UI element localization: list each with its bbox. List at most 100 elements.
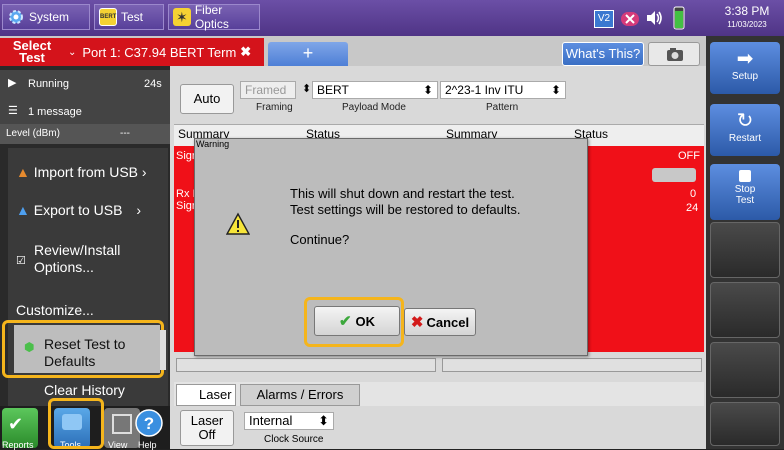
level-label: Level (dBm) — [6, 128, 60, 139]
level-value: --- — [120, 128, 130, 139]
running-status-row[interactable]: ▶ Running 24s — [0, 70, 170, 100]
whats-this-button[interactable]: What's This? — [562, 42, 644, 66]
framing-label: Framing — [256, 102, 293, 113]
export-usb-label: Export to USB — [33, 202, 123, 218]
payload-mode-select[interactable]: BERT ⬍ — [312, 81, 438, 99]
camera-icon — [667, 48, 683, 61]
bert-icon: BERT — [99, 8, 117, 26]
dialog-line2: Test settings will be restored to defaul… — [290, 202, 521, 217]
running-time: 24s — [144, 78, 162, 90]
empty-action-button-1[interactable] — [710, 222, 780, 278]
stop-label-line1: Stop — [734, 184, 756, 195]
running-label: Running — [28, 78, 69, 90]
restart-icon: ↻ — [736, 110, 754, 132]
port-tab[interactable]: ⌄ Port 1: C37.94 BERT Term ✖ — [64, 38, 264, 66]
checkmark-icon: ✔ — [8, 414, 24, 434]
system-label: System — [29, 10, 70, 24]
off-value: OFF — [678, 150, 700, 162]
dialog-line1: This will shut down and restart the test… — [290, 186, 515, 201]
laser-off-line2: Off — [198, 427, 216, 442]
message-count: 1 message — [28, 106, 82, 118]
clock-source-value: Internal — [249, 413, 293, 428]
chevron-down-icon: ⌄ — [68, 46, 77, 58]
framing-select[interactable]: Framed — [240, 81, 296, 99]
reset-icon: ⬢ — [24, 340, 35, 354]
pattern-select[interactable]: 2^23-1 Inv ITU ⬍ — [440, 81, 566, 99]
setup-button[interactable]: ➡ Setup — [710, 42, 780, 94]
checkbox-icon: ☑ — [16, 255, 26, 267]
tools-highlight-frame — [48, 398, 104, 449]
reset-line1: Reset Test to — [44, 336, 126, 352]
restart-label: Restart — [728, 133, 762, 144]
restart-button[interactable]: ↻ Restart — [710, 104, 780, 156]
test-button[interactable]: BERT Test — [94, 4, 164, 30]
network-error-icon[interactable] — [620, 10, 640, 28]
stop-test-button[interactable]: Stop Test — [710, 164, 780, 220]
dialog-message: This will shut down and restart the test… — [290, 186, 570, 248]
help-icon: ? — [135, 409, 163, 437]
warning-icon — [225, 212, 251, 236]
message-icon: ☰ — [8, 105, 18, 117]
import-usb-label: Import from USB — [33, 164, 138, 180]
select-test-line2: Test — [19, 50, 45, 65]
customize-item[interactable]: Customize... — [16, 302, 94, 318]
arrow-right-icon: ➡ — [736, 48, 754, 70]
laser-off-button[interactable]: Laser Off — [180, 410, 234, 446]
pattern-value: 2^23-1 Inv ITU — [445, 83, 524, 97]
setup-label: Setup — [731, 71, 759, 82]
export-usb-item[interactable]: ▲ Export to USB › — [16, 202, 141, 218]
empty-action-button-2[interactable] — [710, 282, 780, 338]
auto-button[interactable]: Auto — [180, 84, 234, 114]
payload-mode-label: Payload Mode — [342, 102, 406, 113]
led-indicator-icon — [652, 168, 696, 182]
reset-test-label[interactable]: Reset Test to Defaults — [44, 336, 125, 370]
dialog-line3: Continue? — [290, 232, 350, 247]
chevron-right-icon: › — [136, 202, 142, 218]
gear-icon — [7, 8, 25, 26]
select-arrow-icon: ⬍ — [318, 413, 329, 428]
stop-label-line2: Test — [735, 195, 755, 206]
reset-line2: Defaults — [44, 353, 96, 369]
x-icon: ✖ — [410, 314, 424, 331]
view-icon — [112, 414, 132, 434]
message-row[interactable]: ☰ 1 message — [0, 100, 170, 124]
level-row: Level (dBm) --- — [0, 124, 170, 144]
chevron-right-icon: › — [141, 164, 147, 180]
play-icon: ▶ — [8, 77, 17, 89]
import-usb-item[interactable]: ▲ Import from USB › — [16, 164, 147, 180]
clock-source-select[interactable]: Internal ⬍ — [244, 412, 334, 430]
select-test-button[interactable]: Select Test — [0, 38, 64, 66]
menu-scrollbar[interactable] — [160, 330, 166, 370]
result-value-1: 0 — [690, 188, 697, 200]
fiber-optics-button[interactable]: ✶ Fiber Optics — [168, 3, 260, 31]
v2-badge[interactable]: V2 — [594, 10, 614, 28]
clock-date: 11/03/2023 — [727, 20, 767, 29]
screenshot-button[interactable] — [648, 42, 700, 66]
select-arrow-icon: ⬍ — [422, 83, 433, 97]
port-tab-label: Port 1: C37.94 BERT Term — [82, 44, 237, 60]
ok-button[interactable]: ✔ OK — [314, 306, 400, 336]
clear-history-item[interactable]: Clear History — [44, 382, 125, 398]
select-arrow-icon: ⬍ — [550, 83, 561, 97]
alarms-errors-tab[interactable]: Alarms / Errors — [240, 384, 360, 406]
result-value-2: 24 — [686, 202, 699, 214]
system-button[interactable]: System — [2, 4, 90, 30]
add-tab-button[interactable]: + — [268, 42, 348, 66]
empty-action-button-3[interactable] — [710, 342, 780, 398]
cancel-button[interactable]: ✖ Cancel — [404, 308, 476, 336]
left-pane-toolbar[interactable] — [176, 358, 436, 372]
laser-tab[interactable]: Laser — [176, 384, 236, 406]
payload-mode-value: BERT — [317, 83, 349, 97]
right-pane-toolbar[interactable] — [442, 358, 702, 372]
clock-source-label: Clock Source — [264, 434, 324, 445]
empty-action-button-4[interactable] — [710, 402, 780, 446]
close-icon[interactable]: ✖ — [240, 44, 251, 60]
speaker-icon[interactable] — [644, 8, 664, 28]
cancel-label: Cancel — [426, 314, 470, 330]
fiber-icon: ✶ — [173, 8, 191, 26]
export-icon: ▲ — [16, 202, 30, 218]
framing-spinner-icon[interactable]: ⬍ — [302, 82, 311, 95]
review-options-item[interactable]: Review/Install Options... — [34, 242, 120, 276]
battery-icon[interactable] — [672, 5, 686, 31]
import-icon: ▲ — [16, 164, 30, 180]
